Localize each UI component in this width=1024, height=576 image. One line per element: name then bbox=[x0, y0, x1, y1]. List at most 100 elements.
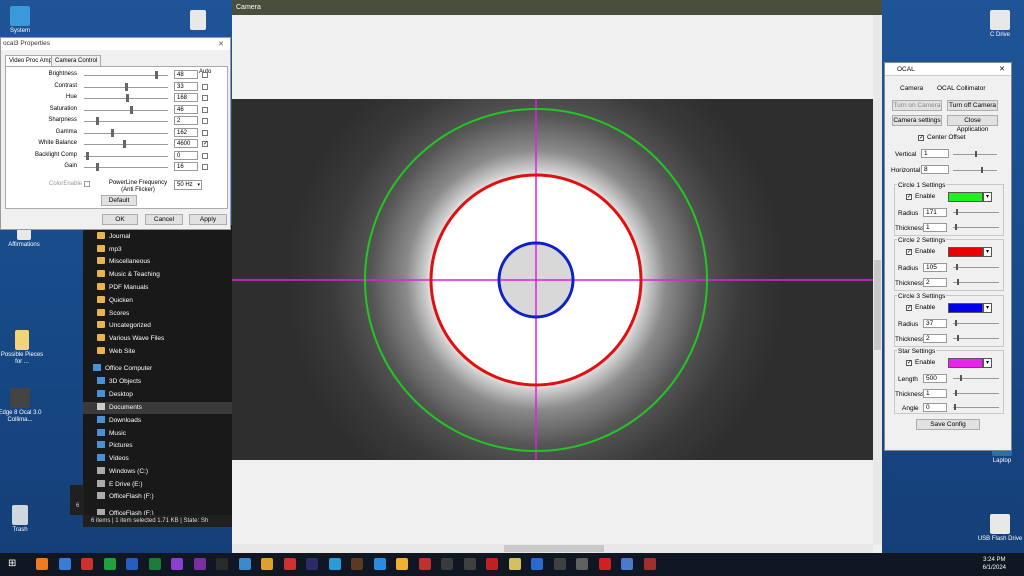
circle-3-color-swatch[interactable] bbox=[948, 303, 983, 313]
property-slider[interactable] bbox=[84, 109, 168, 111]
desktop-icon-c-drive[interactable]: C Drive bbox=[976, 10, 1024, 39]
folder-item[interactable]: Journal bbox=[97, 231, 130, 243]
taskbar-app-icon[interactable] bbox=[216, 558, 228, 570]
horizontal-input[interactable]: 8 bbox=[921, 165, 949, 174]
nav-item-e-drive[interactable]: E Drive (E:) bbox=[97, 479, 143, 491]
chevron-down-icon[interactable]: ▾ bbox=[983, 192, 992, 202]
auto-checkbox[interactable] bbox=[202, 129, 208, 136]
chevron-down-icon[interactable]: ▾ bbox=[983, 358, 992, 368]
taskbar-app-icon[interactable] bbox=[171, 558, 183, 570]
slider-thumb[interactable] bbox=[110, 128, 114, 137]
folder-item[interactable]: Scores bbox=[97, 308, 129, 320]
nav-item-videos[interactable]: Videos bbox=[97, 453, 129, 465]
folder-item[interactable]: Web Site bbox=[97, 346, 135, 358]
slider-thumb[interactable] bbox=[96, 163, 100, 171]
camera-view[interactable] bbox=[232, 99, 873, 460]
auto-checkbox[interactable] bbox=[202, 106, 208, 113]
slider-thumb[interactable] bbox=[155, 71, 159, 79]
circle-1-radius-input[interactable]: 171 bbox=[923, 208, 947, 217]
taskbar-app-icon[interactable] bbox=[373, 558, 386, 570]
slider-thumb[interactable] bbox=[122, 140, 126, 148]
property-value-input[interactable]: 2 bbox=[174, 116, 198, 125]
folder-item[interactable]: Various Wave Files bbox=[97, 333, 164, 345]
apply-button[interactable]: Apply bbox=[189, 214, 227, 225]
desktop-icon-system[interactable]: System bbox=[0, 6, 44, 35]
property-value-input[interactable]: 168 bbox=[174, 93, 198, 102]
vertical-scrollbar[interactable] bbox=[873, 15, 882, 545]
property-slider[interactable] bbox=[84, 144, 168, 145]
auto-checkbox[interactable] bbox=[202, 152, 208, 159]
chevron-down-icon[interactable]: ▾ bbox=[983, 247, 992, 257]
horizontal-scrollbar[interactable] bbox=[232, 544, 873, 553]
desktop-icon-possible-pieces[interactable]: Possible Pieces for ... bbox=[0, 330, 46, 366]
nav-item-desktop[interactable]: Desktop bbox=[97, 389, 133, 401]
taskbar-app-icon[interactable] bbox=[81, 558, 93, 570]
slider-thumb[interactable] bbox=[957, 335, 959, 341]
color-enable-checkbox[interactable] bbox=[84, 181, 90, 187]
taskbar-app-icon[interactable] bbox=[261, 558, 273, 570]
taskbar-app-icon[interactable] bbox=[103, 558, 116, 570]
nav-item-office-computer[interactable]: Office Computer bbox=[93, 363, 152, 375]
circle-3-radius-input[interactable]: 37 bbox=[923, 319, 947, 328]
slider-thumb[interactable] bbox=[957, 279, 959, 285]
folder-item[interactable]: Quicken bbox=[97, 295, 133, 307]
slider-thumb[interactable] bbox=[126, 94, 130, 102]
taskbar-app-icon[interactable] bbox=[553, 558, 566, 570]
default-button[interactable]: Default bbox=[101, 195, 137, 206]
circle-2-thickness-input[interactable]: 2 bbox=[923, 278, 947, 287]
star-length-input[interactable]: 500 bbox=[923, 374, 947, 383]
close-icon[interactable]: ✕ bbox=[999, 63, 1005, 76]
close-application-button[interactable]: Close Application bbox=[947, 115, 998, 133]
horizontal-slider[interactable] bbox=[953, 170, 997, 171]
powerline-select[interactable]: 50 Hz ▾ bbox=[174, 180, 202, 190]
property-slider[interactable] bbox=[84, 132, 168, 134]
circle-1-color-swatch[interactable] bbox=[948, 192, 983, 202]
taskbar-app-icon[interactable] bbox=[193, 558, 206, 570]
save-config-button[interactable]: Save Config bbox=[916, 419, 980, 430]
taskbar-app-icon[interactable] bbox=[441, 558, 453, 570]
taskbar-app-icon[interactable] bbox=[58, 558, 71, 570]
taskbar-app-icon[interactable] bbox=[418, 558, 431, 570]
system-clock[interactable]: 3:24 PM 6/1/2024 bbox=[983, 556, 1006, 572]
taskbar-app-icon[interactable] bbox=[396, 558, 408, 570]
property-value-input[interactable]: 46 bbox=[174, 104, 198, 114]
center-offset-checkbox[interactable]: ✓ bbox=[918, 135, 924, 141]
taskbar-app-icon[interactable] bbox=[486, 558, 498, 570]
star-thickness-slider[interactable] bbox=[953, 393, 999, 394]
taskbar-app-icon[interactable] bbox=[576, 558, 588, 570]
nav-item-documents[interactable]: Documents bbox=[83, 402, 233, 414]
star-enable-checkbox[interactable]: ✓ bbox=[906, 360, 912, 366]
property-value-input[interactable]: 0 bbox=[174, 150, 198, 160]
taskbar-app-icon[interactable] bbox=[126, 558, 138, 570]
circle-3-enable-checkbox[interactable]: ✓ bbox=[906, 305, 912, 311]
slider-thumb[interactable] bbox=[130, 105, 134, 114]
circle-3-radius-slider[interactable] bbox=[953, 323, 999, 324]
taskbar-app-icon[interactable] bbox=[36, 558, 48, 570]
property-slider[interactable] bbox=[84, 155, 168, 157]
auto-checkbox[interactable] bbox=[202, 72, 208, 78]
slider-thumb[interactable] bbox=[96, 117, 100, 125]
taskbar-app-icon[interactable] bbox=[598, 558, 611, 570]
auto-checkbox[interactable]: ✓ bbox=[202, 141, 208, 147]
circle-2-radius-input[interactable]: 105 bbox=[923, 263, 947, 272]
slider-thumb[interactable] bbox=[956, 264, 958, 270]
circle-2-enable-checkbox[interactable]: ✓ bbox=[906, 249, 912, 255]
star-angle-slider[interactable] bbox=[953, 407, 999, 408]
nav-item-downloads[interactable]: Downloads bbox=[97, 415, 141, 427]
slider-thumb[interactable] bbox=[956, 209, 958, 215]
turn-off-camera-button[interactable]: Turn off Camera bbox=[947, 100, 998, 111]
scrollbar-thumb[interactable] bbox=[504, 545, 604, 552]
taskbar-app-icon[interactable] bbox=[351, 558, 363, 570]
vertical-input[interactable]: 1 bbox=[921, 149, 949, 158]
property-value-input[interactable]: 162 bbox=[174, 127, 198, 137]
nav-item-3d-objects[interactable]: 3D Objects bbox=[97, 376, 141, 388]
close-icon[interactable]: ✕ bbox=[218, 39, 224, 51]
taskbar-app-icon[interactable] bbox=[283, 558, 296, 570]
circle-1-enable-checkbox[interactable]: ✓ bbox=[906, 194, 912, 200]
property-value-input[interactable]: 16 bbox=[174, 162, 198, 171]
circle-3-thickness-input[interactable]: 2 bbox=[923, 334, 947, 343]
nav-item-windows-c[interactable]: Windows (C:) bbox=[97, 466, 148, 478]
folder-item[interactable]: mp3 bbox=[97, 244, 122, 256]
horizontal-slider-thumb[interactable] bbox=[981, 167, 983, 173]
camera-settings-button[interactable]: Camera settings bbox=[892, 115, 942, 126]
